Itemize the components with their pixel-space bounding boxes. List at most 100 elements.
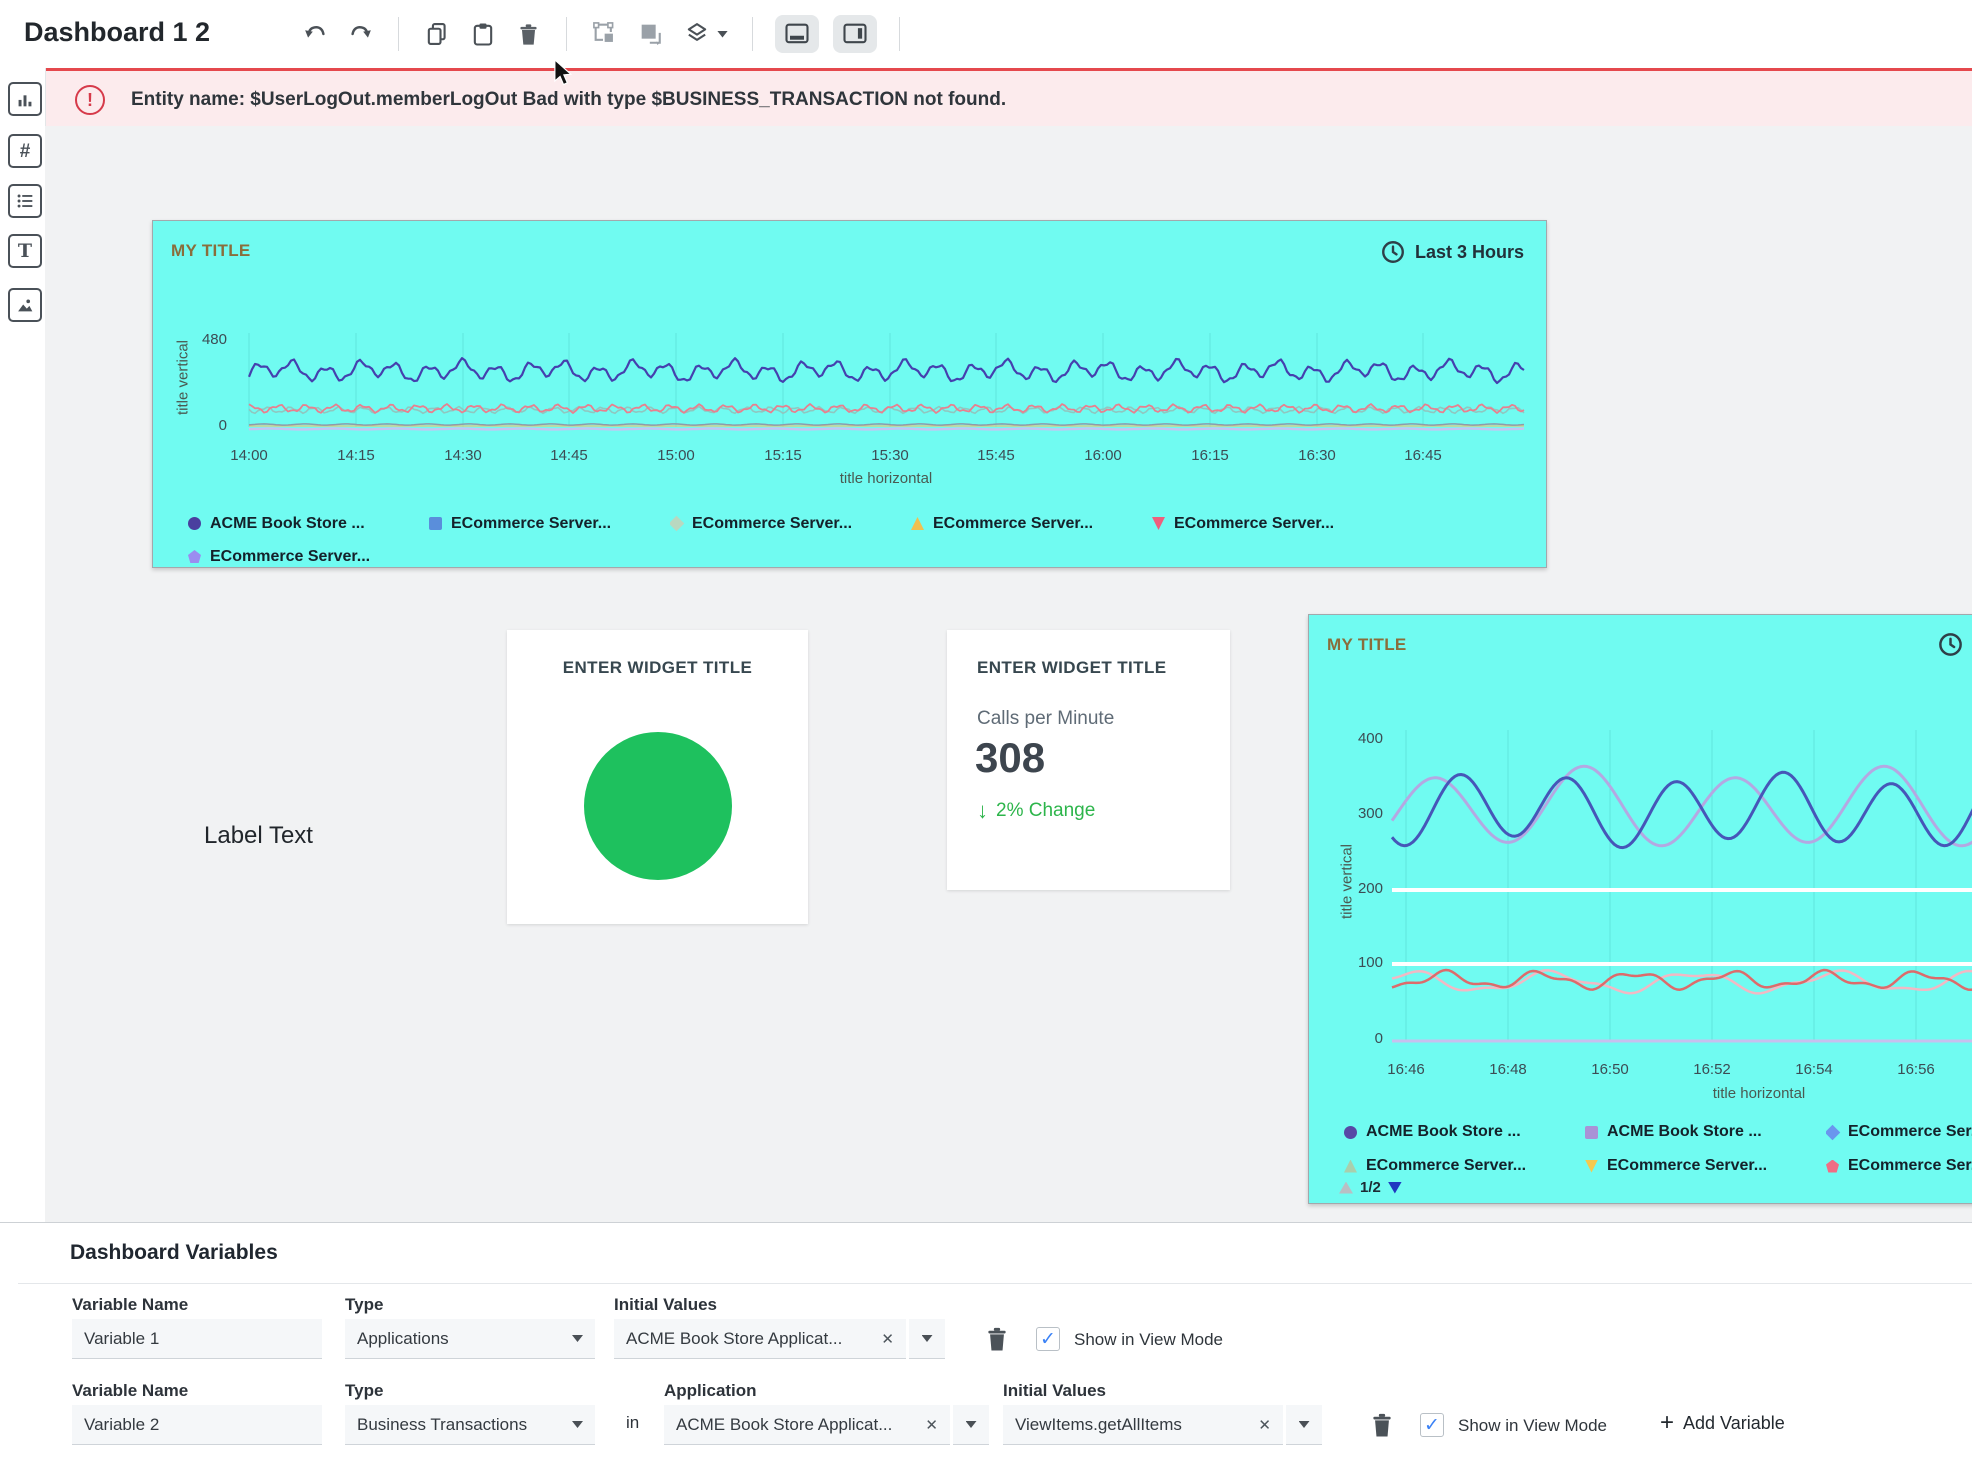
y-axis-tick-label: 0 xyxy=(1309,1030,1383,1047)
health-status-circle xyxy=(584,732,732,880)
chart-legend: ACME Book Store ...ACME Book Store ...EC… xyxy=(1344,1115,1972,1183)
legend-label: ECommerce Ser... xyxy=(1848,1123,1972,1141)
trash-icon xyxy=(515,21,542,48)
undo-button[interactable] xyxy=(300,19,331,50)
sidebar-item-text-widget[interactable]: T xyxy=(8,234,42,268)
toolbar-separator xyxy=(398,17,399,51)
type-label: Type xyxy=(345,1381,383,1401)
diamond-marker-icon xyxy=(670,516,684,532)
legend-label: ECommerce Ser... xyxy=(1848,1157,1972,1175)
check-icon: ✓ xyxy=(1040,1330,1056,1349)
timeseries-widget-2[interactable]: MY TITLE title vertical 4003002001000 16… xyxy=(1308,614,1972,1204)
x-axis-tick-label: 16:45 xyxy=(1404,447,1442,464)
panel-bottom-icon xyxy=(783,21,811,47)
chip-text: ACME Book Store Applicat... xyxy=(626,1329,871,1349)
time-range-selector[interactable] xyxy=(1937,631,1964,658)
send-to-back-button[interactable] xyxy=(635,18,667,50)
legend-item[interactable]: ECommerce Ser... xyxy=(1826,1149,1972,1183)
variable-name-label: Variable Name xyxy=(72,1381,188,1401)
divider xyxy=(18,1283,1972,1284)
chevron-down-icon xyxy=(922,1335,933,1342)
variable-name-input[interactable]: Variable 1 xyxy=(72,1319,322,1359)
sidebar-item-chart-widget[interactable] xyxy=(8,82,42,116)
toggle-right-panel-button[interactable] xyxy=(833,15,877,53)
type-select[interactable]: Business Transactions xyxy=(345,1405,595,1445)
x-axis-title: title horizontal xyxy=(840,470,933,487)
page-down-icon[interactable] xyxy=(1388,1182,1402,1194)
chip-value: ViewItems.getAllItems ✕ xyxy=(1003,1405,1283,1445)
bring-to-front-button[interactable] xyxy=(589,18,621,50)
type-select[interactable]: Applications xyxy=(345,1319,595,1359)
sidebar-item-image-widget[interactable] xyxy=(8,288,42,322)
application-chip[interactable]: ACME Book Store Applicat... ✕ xyxy=(664,1405,989,1445)
legend-item[interactable]: ECommerce Server... xyxy=(429,507,670,540)
legend-item[interactable]: ECommerce Ser... xyxy=(1826,1115,1972,1149)
chip-value: ACME Book Store Applicat... ✕ xyxy=(664,1405,950,1445)
redo-button[interactable] xyxy=(345,19,376,50)
initial-values-chip[interactable]: ACME Book Store Applicat... ✕ xyxy=(614,1319,945,1359)
time-range-selector[interactable]: Last 3 Hours xyxy=(1380,239,1524,265)
type-select-value: Applications xyxy=(357,1329,449,1349)
x-axis-tick-label: 15:15 xyxy=(764,447,802,464)
layers-button[interactable] xyxy=(681,18,730,50)
metric-change-label: 2% Change xyxy=(996,800,1095,822)
legend-item[interactable]: ECommerce Server... xyxy=(911,507,1152,540)
legend-label: ECommerce Server... xyxy=(210,548,370,566)
paste-button[interactable] xyxy=(467,18,499,50)
mouse-cursor xyxy=(553,60,577,86)
legend-item[interactable]: ACME Book Store ... xyxy=(188,507,429,540)
legend-item[interactable]: ACME Book Store ... xyxy=(1585,1115,1826,1149)
dashboard-canvas[interactable]: MY TITLE Last 3 Hours title vertical 480… xyxy=(45,126,1972,1222)
legend-item[interactable]: ECommerce Server... xyxy=(670,507,911,540)
show-in-view-checkbox[interactable]: ✓ xyxy=(1420,1413,1444,1437)
x-axis-tick-label: 14:30 xyxy=(444,447,482,464)
delete-button[interactable] xyxy=(513,19,544,50)
sidebar-item-list-widget[interactable] xyxy=(8,184,42,218)
health-widget[interactable]: ENTER WIDGET TITLE xyxy=(507,630,808,924)
delete-variable-button[interactable] xyxy=(1368,1410,1396,1443)
widget-title: ENTER WIDGET TITLE xyxy=(507,658,808,678)
delete-variable-button[interactable] xyxy=(983,1324,1011,1357)
line-chart xyxy=(233,319,1533,437)
x-axis-tick-label: 16:46 xyxy=(1387,1061,1425,1078)
copy-button[interactable] xyxy=(421,18,453,50)
bring-to-front-icon xyxy=(591,20,619,48)
timeseries-widget-1[interactable]: MY TITLE Last 3 Hours title vertical 480… xyxy=(152,220,1547,568)
text-icon: T xyxy=(18,242,32,261)
metric-widget[interactable]: ENTER WIDGET TITLE Calls per Minute 308 … xyxy=(947,630,1230,890)
plus-icon: + xyxy=(1660,1411,1674,1435)
initial-values-chip[interactable]: ViewItems.getAllItems ✕ xyxy=(1003,1405,1322,1445)
legend-item[interactable]: ECommerce Server... xyxy=(1585,1149,1826,1183)
error-message: Entity name: $UserLogOut.memberLogOut Ba… xyxy=(131,89,1006,111)
variable-name-input[interactable]: Variable 2 xyxy=(72,1405,322,1445)
diamond-marker-icon xyxy=(1826,1124,1840,1140)
dashboard-variables-panel: Dashboard Variables Variable Name Variab… xyxy=(0,1222,1972,1484)
remove-value-icon[interactable]: ✕ xyxy=(925,1416,938,1434)
chip-dropdown[interactable] xyxy=(909,1319,945,1359)
legend-item[interactable]: ACME Book Store ... xyxy=(1344,1115,1585,1149)
chip-dropdown[interactable] xyxy=(953,1405,989,1445)
remove-value-icon[interactable]: ✕ xyxy=(881,1330,894,1348)
text-label-widget[interactable]: Label Text xyxy=(204,822,313,850)
legend-label: ECommerce Server... xyxy=(692,515,852,533)
show-in-view-label: Show in View Mode xyxy=(1458,1416,1607,1436)
initial-values-label: Initial Values xyxy=(614,1295,717,1315)
show-in-view-checkbox[interactable]: ✓ xyxy=(1036,1327,1060,1351)
page-up-icon[interactable] xyxy=(1339,1182,1353,1194)
chevron-down-icon xyxy=(572,1335,583,1342)
legend-label: ACME Book Store ... xyxy=(1607,1123,1762,1141)
legend-item[interactable]: ECommerce Server... xyxy=(1152,507,1393,540)
x-axis-tick-label: 16:48 xyxy=(1489,1061,1527,1078)
add-variable-button[interactable]: + Add Variable xyxy=(1660,1411,1785,1435)
legend-item[interactable]: ECommerce Server... xyxy=(1344,1149,1585,1183)
legend-item[interactable]: ECommerce Server... xyxy=(188,540,429,568)
page-indicator: 1/2 xyxy=(1360,1179,1381,1196)
sidebar-item-number-widget[interactable]: # xyxy=(8,134,42,168)
chevron-down-icon xyxy=(1299,1421,1310,1428)
metric-change: ↓ 2% Change xyxy=(977,798,1095,824)
metric-label: Calls per Minute xyxy=(977,708,1114,730)
remove-value-icon[interactable]: ✕ xyxy=(1258,1416,1271,1434)
panel-title: Dashboard Variables xyxy=(70,1241,278,1265)
toggle-bottom-panel-button[interactable] xyxy=(775,15,819,53)
chip-dropdown[interactable] xyxy=(1286,1405,1322,1445)
